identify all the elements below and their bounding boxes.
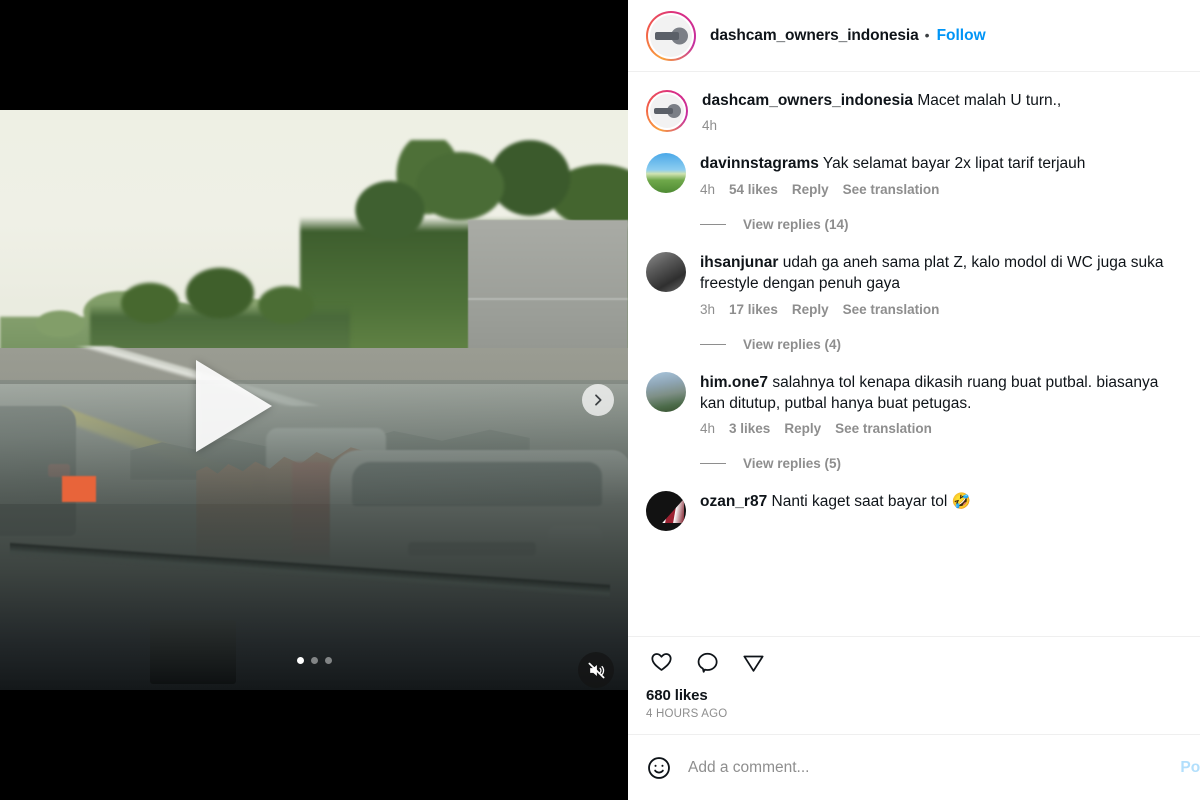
caption-avatar[interactable] <box>646 90 688 132</box>
comment-text: Yak selamat bayar 2x lipat tarif terjauh <box>822 155 1086 173</box>
profile-avatar[interactable] <box>646 10 696 61</box>
commenter-avatar[interactable] <box>646 153 686 194</box>
comment-meta: 3h 17 likes Reply See translation <box>700 302 1182 317</box>
instagram-post: dashcam_owners_indonesia • Follow dashca… <box>0 0 1200 800</box>
play-icon[interactable] <box>196 360 272 452</box>
add-comment-bar: Post <box>628 734 1200 800</box>
dark-dashboard-object <box>150 620 236 684</box>
replies-line <box>700 223 726 225</box>
comment-likes: 54 likes <box>729 181 778 197</box>
smiley-face-icon[interactable] <box>646 755 672 781</box>
view-replies-row[interactable]: View replies (4) <box>700 337 1182 352</box>
video-frame[interactable] <box>0 110 628 690</box>
comment-text-row: him.one7 salahnya tol kenapa dikasih rua… <box>700 372 1182 415</box>
commenter-avatar[interactable] <box>646 251 686 292</box>
carousel-dot-1[interactable] <box>296 657 304 664</box>
caption-text-row: dashcam_owners_indonesia Macet malah U t… <box>702 90 1182 111</box>
letterbox-top-bar <box>0 0 628 110</box>
orange-dashboard-object <box>62 476 96 502</box>
comment-text-row: ozan_r87 Nanti kaget saat bayar tol 🤣 <box>700 491 1182 512</box>
caption-username[interactable]: dashcam_owners_indonesia <box>702 92 913 109</box>
replies-line <box>700 343 726 345</box>
comment-item: ozan_r87 Nanti kaget saat bayar tol 🤣 <box>646 491 1182 532</box>
post-author-username[interactable]: dashcam_owners_indonesia <box>710 27 919 45</box>
profile-logo-icon <box>650 14 692 57</box>
action-icons-row <box>646 647 1182 677</box>
view-replies-row[interactable]: View replies (14) <box>700 217 1182 232</box>
follow-button[interactable]: Follow <box>937 27 986 45</box>
comment-bubble-icon[interactable] <box>692 647 722 677</box>
reply-button[interactable]: Reply <box>792 302 829 317</box>
view-replies-button[interactable]: View replies (4) <box>743 337 841 352</box>
post-caption: dashcam_owners_indonesia Macet malah U t… <box>646 90 1182 133</box>
view-replies-button[interactable]: View replies (14) <box>743 217 849 232</box>
comment-username[interactable]: him.one7 <box>700 374 768 391</box>
heart-icon[interactable] <box>646 647 676 677</box>
caption-text: Macet malah U turn., <box>917 92 1062 109</box>
comment-time: 3h <box>700 301 716 317</box>
commenter-avatar[interactable] <box>646 371 686 412</box>
comments-list[interactable]: dashcam_owners_indonesia Macet malah U t… <box>628 72 1200 636</box>
commenter-avatar[interactable] <box>646 491 686 532</box>
see-translation-button[interactable]: See translation <box>835 421 932 436</box>
comment-time: 4h <box>700 421 716 437</box>
likes-count[interactable]: 680 likes <box>646 687 1182 704</box>
replies-line <box>700 463 726 465</box>
caption-meta: 4h <box>702 118 1182 133</box>
post-comment-button[interactable]: Post <box>1180 759 1200 777</box>
comment-likes: 3 likes <box>729 421 771 437</box>
comment-likes: 17 likes <box>729 301 778 317</box>
comment-text: Nanti kaget saat bayar tol 🤣 <box>771 493 971 511</box>
comment-meta: 4h 54 likes Reply See translation <box>700 182 1182 197</box>
view-replies-row[interactable]: View replies (5) <box>700 456 1182 471</box>
vehicle-dashboard <box>0 380 628 690</box>
comment-item: ihsanjunar udah ga aneh sama plat Z, kal… <box>646 251 1182 317</box>
chevron-right-icon[interactable] <box>582 384 614 416</box>
post-timestamp: 4 HOURS AGO <box>646 708 728 720</box>
comment-username[interactable]: ozan_r87 <box>700 493 767 510</box>
comment-time: 4h <box>700 181 716 197</box>
letterbox-bottom-bar <box>0 690 628 800</box>
see-translation-button[interactable]: See translation <box>843 302 940 317</box>
caption-time: 4h <box>702 118 718 134</box>
profile-logo-icon <box>648 92 686 130</box>
comment-text-row: ihsanjunar udah ga aneh sama plat Z, kal… <box>700 252 1182 295</box>
comment-username[interactable]: davinnstagrams <box>700 155 819 172</box>
windshield-wiper <box>10 530 610 610</box>
post-action-bar: 680 likes 4 HOURS AGO <box>628 636 1200 734</box>
comment-input[interactable] <box>688 758 1165 777</box>
see-translation-button[interactable]: See translation <box>843 182 940 197</box>
comment-username[interactable]: ihsanjunar <box>700 254 778 271</box>
media-pane[interactable] <box>0 0 628 800</box>
share-paperplane-icon[interactable] <box>738 647 768 677</box>
carousel-dots[interactable] <box>0 657 628 664</box>
view-replies-button[interactable]: View replies (5) <box>743 456 841 471</box>
post-sidebar: dashcam_owners_indonesia • Follow dashca… <box>628 0 1200 800</box>
comment-text-row: davinnstagrams Yak selamat bayar 2x lipa… <box>700 153 1182 174</box>
comment-item: davinnstagrams Yak selamat bayar 2x lipa… <box>646 153 1182 197</box>
comment-text: salahnya tol kenapa dikasih ruang buat p… <box>700 373 1159 412</box>
reply-button[interactable]: Reply <box>784 421 821 436</box>
carousel-dot-3[interactable] <box>324 657 332 664</box>
comment-item: him.one7 salahnya tol kenapa dikasih rua… <box>646 371 1182 436</box>
separator-dot: • <box>924 26 930 43</box>
reply-button[interactable]: Reply <box>792 182 829 197</box>
carousel-dot-2[interactable] <box>310 657 318 664</box>
comment-meta: 4h 3 likes Reply See translation <box>700 421 1182 436</box>
post-header: dashcam_owners_indonesia • Follow <box>628 0 1200 72</box>
